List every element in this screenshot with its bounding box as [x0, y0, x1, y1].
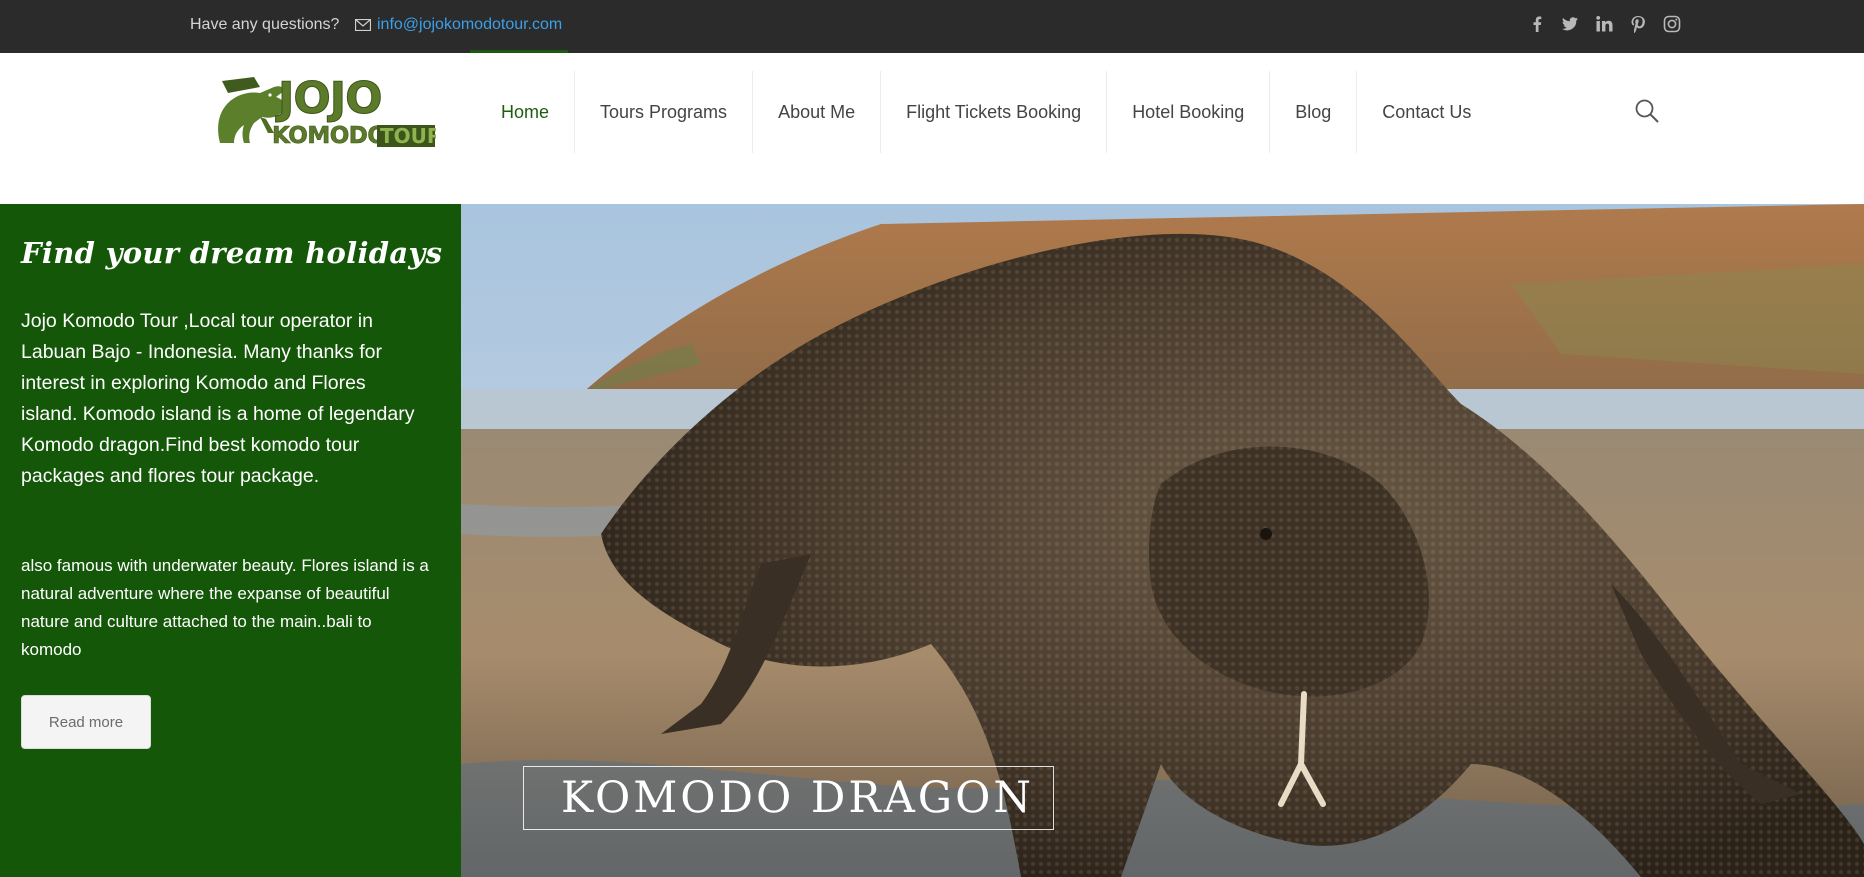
search-icon[interactable]	[1634, 98, 1660, 124]
instagram-icon[interactable]	[1661, 13, 1683, 35]
slide-caption-text: KOMODO DRAGON	[561, 773, 1035, 823]
main-nav: Home Tours Programs About Me Flight Tick…	[476, 71, 1496, 153]
hero-title: Find your dream holidays	[21, 236, 443, 270]
top-bar: Have any questions? info@jojokomodotour.…	[0, 0, 1864, 53]
nav-tours-programs[interactable]: Tours Programs	[574, 71, 752, 153]
svg-text:TOUR: TOUR	[380, 124, 436, 148]
slide-caption: KOMODO DRAGON	[523, 766, 1054, 830]
nav-contact-us[interactable]: Contact Us	[1356, 71, 1496, 153]
site-logo[interactable]: JOJO KOMODO TOUR	[214, 73, 442, 153]
twitter-icon[interactable]	[1559, 13, 1581, 35]
hero-extra-text: also famous with underwater beauty. Flor…	[21, 556, 429, 659]
nav-flight-tickets[interactable]: Flight Tickets Booking	[880, 71, 1106, 153]
nav-hotel-booking[interactable]: Hotel Booking	[1106, 71, 1269, 153]
facebook-icon[interactable]	[1526, 13, 1548, 35]
nav-blog[interactable]: Blog	[1269, 71, 1356, 153]
svg-text:KOMODO: KOMODO	[272, 123, 386, 149]
nav-home[interactable]: Home	[476, 71, 574, 153]
email-link[interactable]: info@jojokomodotour.com	[377, 16, 562, 34]
hero-side-panel: Find your dream holidays Jojo Komodo Tou…	[0, 204, 461, 877]
read-more-button[interactable]: Read more	[21, 695, 151, 749]
contact-question: Have any questions?	[190, 16, 340, 33]
svg-text:JOJO: JOJO	[275, 73, 382, 124]
hero-description: Jojo Komodo Tour ,Local tour operator in…	[21, 310, 415, 487]
site-header: JOJO KOMODO TOUR Home Tours Programs Abo…	[0, 53, 1864, 204]
pinterest-icon[interactable]	[1627, 13, 1649, 35]
nav-about-me[interactable]: About Me	[752, 71, 880, 153]
envelope-icon	[354, 18, 372, 32]
linkedin-icon[interactable]	[1593, 13, 1615, 35]
